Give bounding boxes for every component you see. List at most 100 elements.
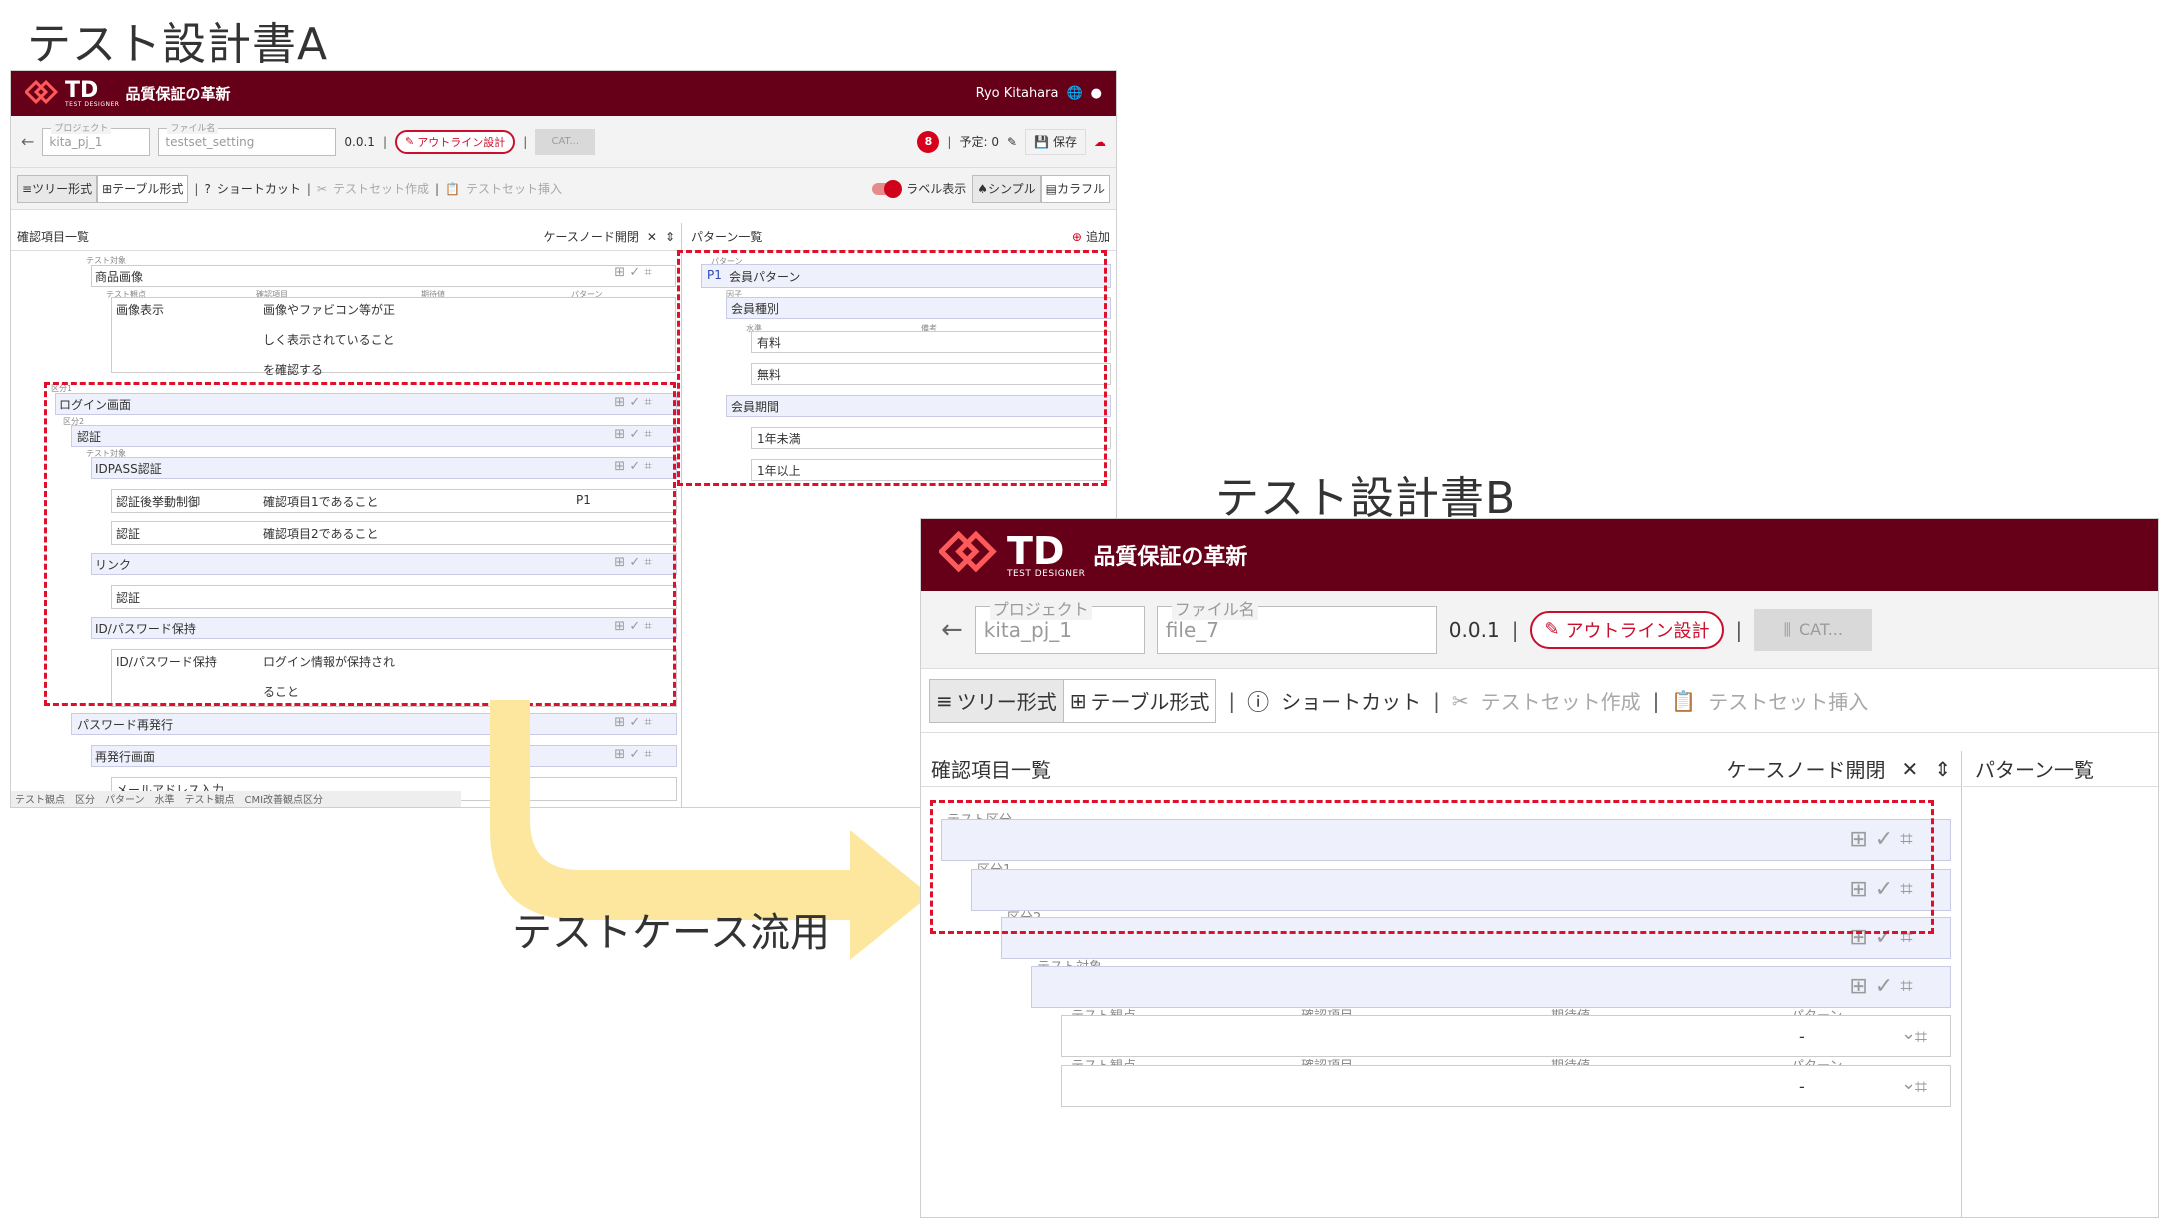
testset-insert-button[interactable]: テストセット挿入: [466, 180, 562, 197]
check-add-icon[interactable]: ✓: [1875, 827, 1893, 852]
tree-node-login-screen[interactable]: [55, 393, 677, 415]
tree-leaf-auth3[interactable]: [111, 585, 677, 609]
screenshot-b: TD TEST DESIGNER 品質保証の革新 ← プロジェクト kita_p…: [920, 518, 2159, 1218]
testset-create-button[interactable]: テストセット作成: [333, 180, 429, 197]
bottom-tab[interactable]: パターン: [105, 791, 145, 807]
tree-node-auth[interactable]: [71, 425, 677, 447]
crop-icon[interactable]: ⌗: [644, 555, 651, 570]
tree-leaf-1[interactable]: [1061, 1015, 1951, 1057]
add-box-icon[interactable]: ⊞: [614, 619, 625, 634]
crop-icon[interactable]: ⌗: [644, 459, 651, 474]
testset-insert-button[interactable]: テストセット挿入: [1708, 686, 1868, 715]
crop-icon[interactable]: ⌗: [1900, 925, 1912, 950]
tree-node-product-image[interactable]: [91, 265, 676, 287]
pencil-icon[interactable]: ✎: [1007, 135, 1017, 149]
crop-icon[interactable]: ⌗: [1900, 877, 1912, 902]
project-field[interactable]: プロジェクト kita_pj_1: [974, 595, 1145, 654]
add-pattern-button[interactable]: 追加: [1086, 228, 1110, 245]
add-box-icon[interactable]: ⊞: [614, 427, 625, 442]
file-field[interactable]: ファイル名 testset_setting: [158, 120, 337, 156]
check-add-icon[interactable]: ✓: [629, 619, 640, 634]
choice-under-1y[interactable]: [751, 427, 1111, 449]
add-box-icon[interactable]: ⊞: [614, 555, 625, 570]
check-add-icon[interactable]: ✓: [629, 459, 640, 474]
shortcut-button[interactable]: ショートカット: [217, 180, 301, 197]
file-field[interactable]: ファイル名 file_7: [1156, 595, 1437, 654]
testset-create-button[interactable]: テストセット作成: [1481, 686, 1641, 715]
cat-button[interactable]: ⫼ CAT...: [1754, 608, 1873, 651]
collapse-icon[interactable]: ✕: [1901, 757, 1918, 781]
tree-node-link[interactable]: [91, 553, 677, 575]
crop-icon[interactable]: ⌗: [644, 265, 651, 280]
account-icon[interactable]: ●: [1091, 86, 1102, 101]
bottom-tab[interactable]: 区分: [75, 791, 95, 807]
globe-icon[interactable]: 🌐: [1066, 86, 1082, 101]
outline-design-button[interactable]: ✎ アウトライン設計: [1530, 610, 1724, 649]
crop-icon[interactable]: ⌗: [1901, 1025, 1941, 1050]
tree-node-idpass-auth[interactable]: [91, 457, 677, 479]
add-box-icon[interactable]: ⊞: [1849, 827, 1867, 852]
case-node-toggle[interactable]: ケースノード開閉: [1726, 754, 1885, 783]
factor-member-period[interactable]: [726, 395, 1111, 417]
choice-paid[interactable]: [751, 331, 1111, 353]
tree-leaf-2[interactable]: [1061, 1065, 1951, 1107]
tree-node-division2[interactable]: [1001, 917, 1951, 959]
add-box-icon[interactable]: ⊞: [1849, 974, 1867, 999]
tree-node-test-target[interactable]: [1031, 966, 1951, 1008]
add-box-icon[interactable]: ⊞: [1849, 877, 1867, 902]
back-arrow-icon[interactable]: ←: [941, 615, 963, 645]
table-view-button[interactable]: ⊞ テーブル形式: [1063, 678, 1217, 723]
cat-button[interactable]: CAT...: [535, 128, 596, 155]
add-box-icon[interactable]: ⊞: [1849, 925, 1867, 950]
project-field[interactable]: プロジェクト kita_pj_1: [42, 120, 151, 156]
upload-icon[interactable]: ☁: [1094, 135, 1106, 149]
bottom-tab[interactable]: テスト観点: [15, 791, 65, 807]
tree-node-test-division[interactable]: [941, 819, 1951, 861]
add-box-icon[interactable]: ⊞: [614, 459, 625, 474]
case-node-toggle[interactable]: ケースノード開閉: [543, 228, 638, 245]
check-add-icon[interactable]: ✓: [1875, 974, 1893, 999]
bottom-tab[interactable]: テスト観点: [185, 791, 235, 807]
crop-icon[interactable]: ⌗: [1900, 974, 1912, 999]
tree-view-button[interactable]: ≡ ツリー形式: [17, 174, 98, 203]
crop-icon[interactable]: ⌗: [1900, 827, 1912, 852]
add-box-icon[interactable]: ⊞: [614, 395, 625, 410]
sort-icon[interactable]: ⇕: [665, 230, 675, 244]
crop-icon[interactable]: ⌗: [644, 619, 651, 634]
label-toggle[interactable]: [872, 179, 903, 198]
check-add-icon[interactable]: ✓: [629, 427, 640, 442]
factor-member-type[interactable]: [726, 297, 1111, 319]
save-button[interactable]: 💾 保存: [1025, 128, 1086, 155]
crop-icon[interactable]: ⌗: [644, 395, 651, 410]
add-box-icon[interactable]: ⊞: [614, 265, 625, 280]
sort-icon[interactable]: ⇕: [1934, 757, 1951, 781]
crop-icon[interactable]: ⌗: [1901, 1075, 1941, 1100]
outline-design-button[interactable]: ✎ アウトライン設計: [395, 129, 516, 154]
tree-view-button[interactable]: ≡ ツリー形式: [929, 678, 1064, 723]
table-view-button[interactable]: ⊞ テーブル形式: [97, 174, 189, 203]
leaf-pattern: -: [1799, 1077, 1805, 1096]
save-label: 保存: [1052, 135, 1077, 149]
shortcut-button[interactable]: ショートカット: [1281, 686, 1421, 715]
back-arrow-icon[interactable]: ←: [21, 132, 34, 151]
check-add-icon[interactable]: ✓: [629, 555, 640, 570]
logo-text: TD: [1007, 528, 1065, 573]
tree-leaf-auth[interactable]: [111, 521, 677, 545]
collapse-icon[interactable]: ✕: [647, 230, 657, 244]
colorful-button[interactable]: ▤ カラフル: [1040, 174, 1110, 203]
tree-node-division1[interactable]: [971, 869, 1951, 911]
bottom-tab[interactable]: CMI改善観点区分: [245, 791, 324, 807]
choice-over-1y[interactable]: [751, 459, 1111, 481]
pattern-list-title: パターン一覧: [1975, 758, 2094, 782]
check-add-icon[interactable]: ✓: [1875, 925, 1893, 950]
add-circle-icon[interactable]: ⊕: [1072, 230, 1082, 244]
table-view-label: テーブル形式: [112, 182, 184, 196]
simple-button[interactable]: ♠ シンプル: [972, 174, 1041, 203]
bottom-tab[interactable]: 水準: [155, 791, 175, 807]
check-add-icon[interactable]: ✓: [629, 265, 640, 280]
crop-icon[interactable]: ⌗: [644, 427, 651, 442]
notification-badge[interactable]: 8: [917, 130, 940, 153]
choice-free[interactable]: [751, 363, 1111, 385]
check-add-icon[interactable]: ✓: [1875, 877, 1893, 902]
check-add-icon[interactable]: ✓: [629, 395, 640, 410]
